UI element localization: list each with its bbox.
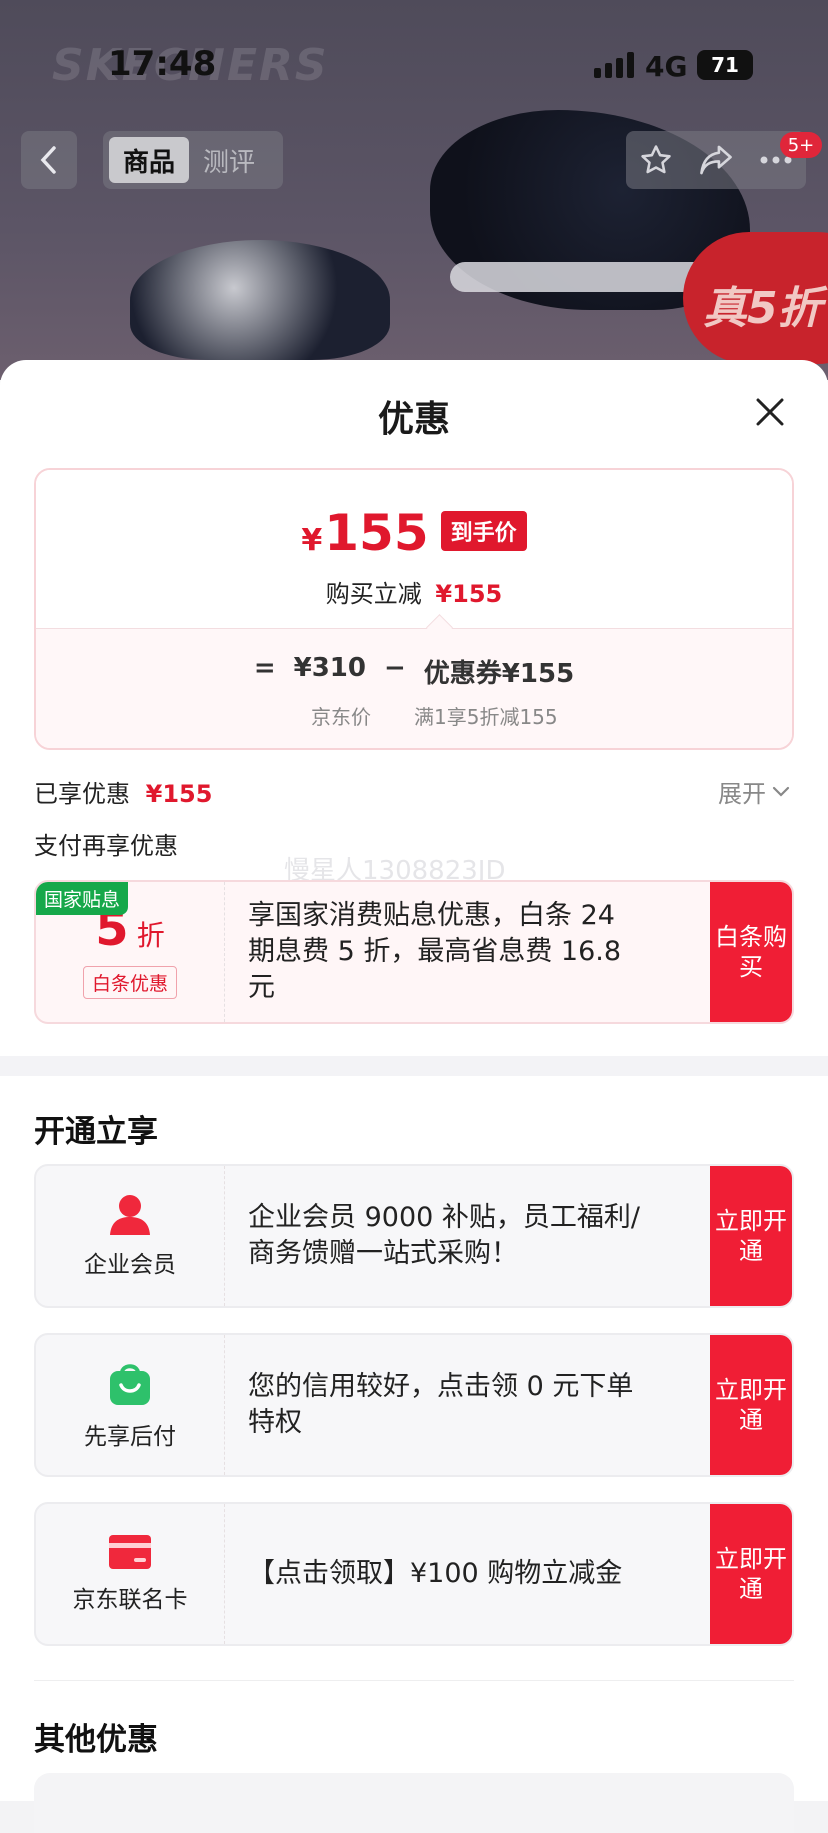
back-button[interactable]	[21, 131, 77, 189]
tab-review[interactable]: 测评	[189, 137, 269, 183]
gov-subsidy-tag: 国家贴息	[36, 882, 129, 915]
offer-left: 企业会员	[36, 1166, 225, 1306]
promo-badge: 真5折	[703, 283, 822, 334]
reduce-row: 购买立减 ¥155	[36, 574, 792, 609]
gov-offer-text: 享国家消费贴息优惠，白条 24 期息费 5 折，最高省息费 16.8 元	[248, 900, 622, 1003]
star-icon[interactable]	[639, 143, 673, 177]
enjoyed-label: 已享优惠	[34, 780, 130, 808]
currency-symbol: ¥	[301, 523, 323, 558]
final-price-row: ¥ 155 到手价	[36, 504, 792, 562]
expand-label: 展开	[718, 780, 766, 808]
card-icon	[109, 1535, 151, 1569]
chevron-left-icon	[40, 146, 56, 174]
offer-jd-cobrand-card[interactable]: 京东联名卡 【点击领取】¥100 购物立减金 立即开通	[34, 1502, 794, 1646]
enjoyed-value: ¥155	[145, 780, 213, 808]
signal-icon	[594, 52, 634, 78]
offer-enterprise-member[interactable]: 企业会员 企业会员 9000 补贴，员工福利/商务馈赠一站式采购！ 立即开通	[34, 1164, 794, 1308]
reduce-label: 购买立减	[325, 580, 422, 608]
shopping-bag-icon	[110, 1364, 150, 1405]
discount-sheet: 优惠 ¥ 155 到手价 购买立减 ¥155 = ¥310 − 优惠券¥155 …	[0, 360, 828, 1833]
sheet-title: 优惠	[377, 399, 450, 440]
product-page-backdrop: SKECHERS 真5折 17:48 4G 71 商品 测评 5+	[0, 0, 828, 380]
product-image-shoe-back	[130, 240, 390, 360]
open-section-title: 开通立享	[34, 1114, 158, 1150]
battery-level: 71	[711, 53, 739, 77]
reduce-value: ¥155	[435, 580, 503, 608]
baitiao-tag: 白条优惠	[82, 966, 177, 999]
status-time: 17:48	[108, 44, 217, 84]
battery-icon: 71	[697, 50, 753, 80]
offer-pay-later[interactable]: 先享后付 您的信用较好，点击领 0 元下单特权 立即开通	[34, 1333, 794, 1477]
offer-text: 【点击领取】¥100 购物立减金	[248, 1558, 623, 1589]
offer-label: 京东联名卡	[72, 1587, 188, 1613]
coupon-desc: 满1享5折减155	[414, 705, 558, 729]
minus-sign: −	[384, 653, 406, 683]
other-offers-card	[34, 1773, 794, 1833]
final-price-tag: 到手价	[440, 511, 527, 551]
network-type: 4G	[645, 50, 688, 83]
open-now-button[interactable]: 立即开通	[710, 1166, 792, 1306]
open-now-button[interactable]: 立即开通	[710, 1504, 792, 1644]
share-icon[interactable]	[698, 144, 734, 176]
price-breakdown-card: ¥ 155 到手价 购买立减 ¥155 = ¥310 − 优惠券¥155 京东价…	[34, 468, 794, 750]
offer-left: 京东联名卡	[36, 1504, 225, 1644]
cart-badge: 5+	[780, 132, 822, 158]
coupon-amount: 优惠券¥155	[423, 659, 575, 689]
person-icon	[110, 1195, 150, 1235]
tab-switcher: 商品 测评	[103, 131, 283, 189]
final-price-area: ¥ 155 到手价 购买立减 ¥155	[36, 470, 792, 628]
equals-sign: =	[253, 653, 276, 683]
price-formula: = ¥310 − 优惠券¥155	[36, 653, 792, 690]
expand-button[interactable]: 展开	[718, 774, 790, 809]
section-divider	[0, 1056, 828, 1076]
offer-left: 先享后付	[36, 1335, 225, 1475]
baitiao-buy-button[interactable]: 白条购买	[710, 882, 792, 1022]
offer-label: 先享后付	[84, 1424, 176, 1450]
discount-unit: 折	[136, 919, 165, 952]
other-section-title: 其他优惠	[34, 1722, 158, 1758]
final-price: 155	[324, 504, 429, 562]
jd-price-label: 京东价	[311, 705, 371, 729]
gov-subsidy-offer[interactable]: 5折 白条优惠 国家贴息 享国家消费贴息优惠，白条 24 期息费 5 折，最高省…	[34, 880, 794, 1024]
pay-more-label: 支付再享优惠	[34, 832, 178, 860]
open-now-button[interactable]: 立即开通	[710, 1335, 792, 1475]
enjoyed-discount: 已享优惠 ¥155	[34, 774, 212, 809]
offer-text: 企业会员 9000 补贴，员工福利/商务馈赠一站式采购！	[248, 1202, 640, 1269]
divider-line	[34, 1680, 794, 1681]
price-calc-area: = ¥310 − 优惠券¥155 京东价 满1享5折减155	[36, 628, 792, 748]
tab-product[interactable]: 商品	[109, 137, 190, 183]
offer-text: 您的信用较好，点击领 0 元下单特权	[248, 1371, 634, 1438]
jd-price: ¥310	[293, 653, 366, 683]
offer-label: 企业会员	[84, 1252, 176, 1278]
chevron-down-icon	[772, 786, 790, 797]
toolbar-actions	[626, 131, 806, 189]
close-icon[interactable]	[748, 390, 792, 434]
